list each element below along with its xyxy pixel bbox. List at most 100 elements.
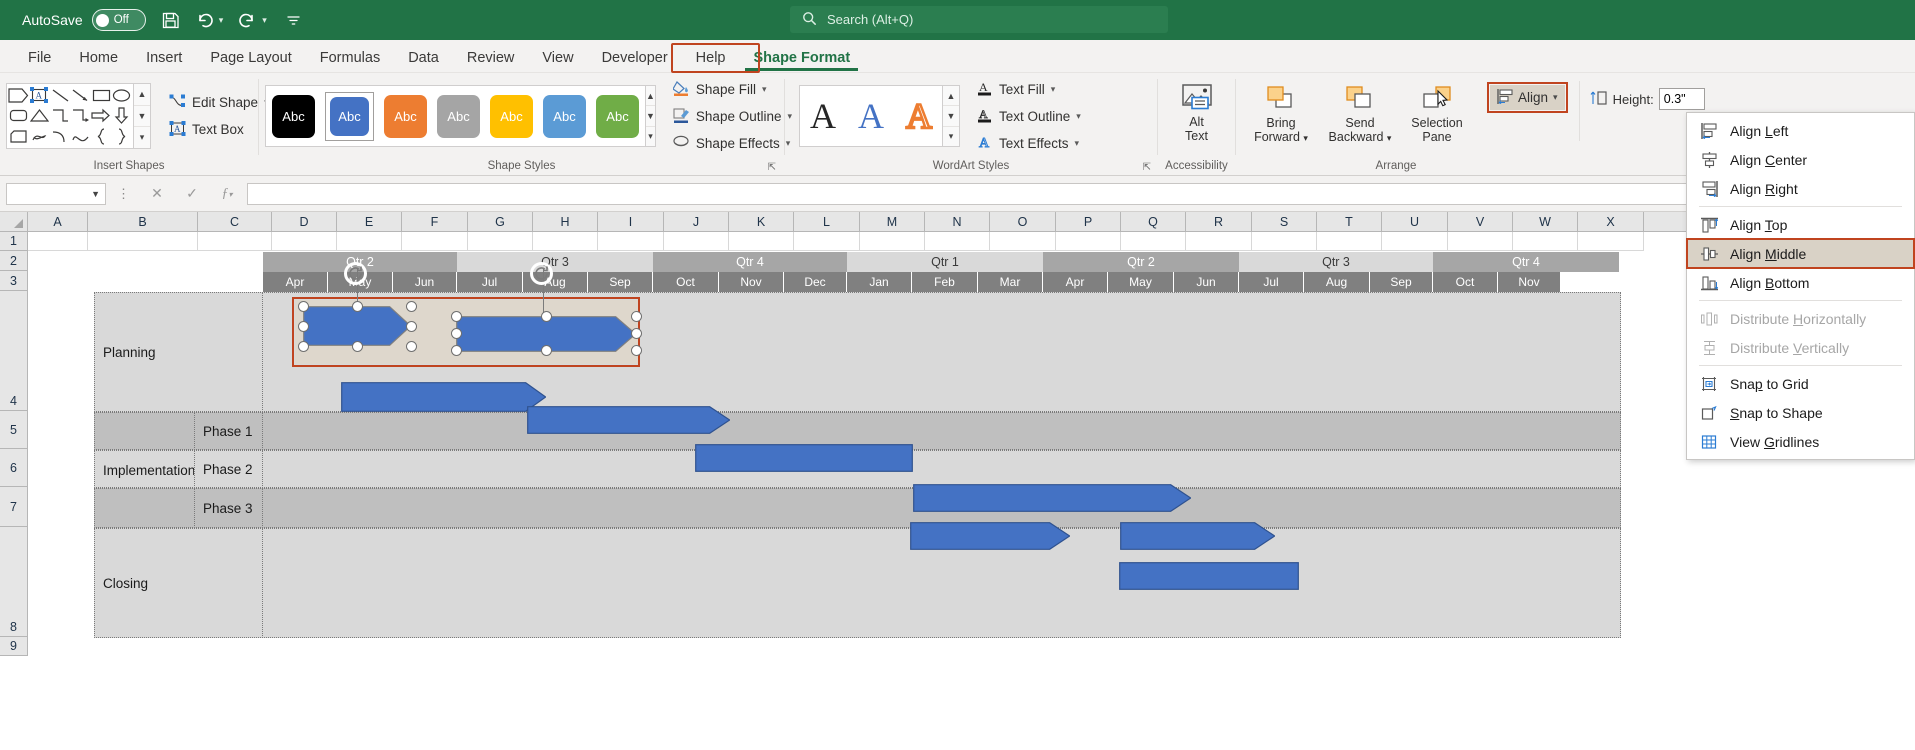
band-phase-3[interactable] [94,488,1621,528]
redo-dropdown-caret-icon[interactable]: ▾ [262,15,267,26]
phase-label-2[interactable]: Phase 2 [194,450,263,488]
shape-styles-dialog-launcher-icon[interactable]: ⇱ [768,161,776,175]
spreadsheet-grid[interactable]: A B C D E F G H I J K L M N O P Q R S T … [0,212,1915,714]
resize-handle-tc-2[interactable] [541,311,552,322]
shape-elbow-connector-icon[interactable] [50,106,71,127]
tab-data[interactable]: Data [394,44,453,72]
autosave-control[interactable]: AutoSave Off [22,9,146,31]
tab-help[interactable]: Help [682,44,740,72]
bring-forward-button[interactable]: Bring Forward ▾ [1242,77,1320,157]
text-effects-caret-icon[interactable]: ▾ [1075,138,1080,149]
align-button[interactable]: Align ▾ [1490,85,1565,110]
shape-down-arrow-icon[interactable] [112,106,133,127]
shape-triangle-icon[interactable] [29,106,50,127]
shape-rectangle-icon[interactable] [91,85,112,106]
align-dropdown-menu[interactable]: Align Left Align Center Align Right Alig… [1686,112,1915,460]
undo-icon[interactable] [195,0,214,40]
menu-item-snap-to-grid[interactable]: Snap to Grid [1687,369,1914,398]
menu-item-align-bottom[interactable]: Align Bottom [1687,268,1914,297]
shape-style-swatch-6[interactable]: Abc [596,95,639,138]
shape-styles-gallery[interactable]: Abc Abc Abc Abc Abc Abc Abc [265,85,646,147]
undo-dropdown-caret-icon[interactable]: ▾ [219,15,224,26]
menu-item-align-top[interactable]: Align Top [1687,210,1914,239]
menu-item-snap-to-shape[interactable]: Snap to Shape [1687,398,1914,427]
tab-view[interactable]: View [528,44,587,72]
resize-handle-mr-1[interactable] [406,321,417,332]
shape-line-icon[interactable] [50,85,71,106]
gantt-bar-closing-2[interactable] [1120,522,1275,550]
menu-item-distribute-vertically[interactable]: Distribute Vertically [1687,333,1914,362]
shape-right-brace-icon[interactable] [112,126,133,147]
tab-home[interactable]: Home [65,44,132,72]
shape-styles-more-icon[interactable]: ▾ [646,127,655,146]
shape-style-swatch-3[interactable]: Abc [437,95,480,138]
shape-style-swatch-1-selected[interactable]: Abc [325,92,374,141]
scroll-down-icon[interactable]: ▼ [134,106,150,128]
wordart-scrollbar[interactable]: ▲ ▼ ▾ [943,85,960,147]
gantt-bar-phase-1[interactable] [527,406,730,434]
tab-file[interactable]: File [14,44,65,72]
shape-fill-caret-icon[interactable]: ▾ [762,84,767,95]
name-box-caret-icon[interactable]: ▼ [91,189,100,199]
tab-review[interactable]: Review [453,44,529,72]
shape-arrow-line-icon[interactable] [71,85,92,106]
wordart-dialog-launcher-icon[interactable]: ⇱ [1143,161,1151,175]
save-icon[interactable] [161,0,180,40]
wordart-gallery[interactable]: A A A [799,85,943,147]
text-outline-caret-icon[interactable]: ▾ [1076,111,1081,122]
insert-function-icon[interactable]: ƒ▾ [212,186,242,202]
task-group-label-closing[interactable]: Closing [94,528,263,638]
autosave-toggle[interactable]: Off [92,9,146,31]
shape-curve-icon[interactable] [50,126,71,147]
bring-forward-caret-icon[interactable]: ▾ [1303,133,1308,143]
menu-item-align-right[interactable]: Align Right [1687,174,1914,203]
send-backward-button[interactable]: Send Backward ▾ [1320,77,1400,157]
menu-item-view-gridlines[interactable]: View Gridlines [1687,427,1914,456]
tab-developer[interactable]: Developer [588,44,682,72]
edit-shape-button[interactable]: Edit Shape ▾ [165,90,273,115]
shape-height-field[interactable]: Height: 0.3" [1590,87,1705,111]
phase-label-3[interactable]: Phase 3 [194,488,263,528]
customize-quick-access-icon[interactable] [286,0,301,40]
resize-handle-bl-2[interactable] [451,345,462,356]
shape-scribble-icon[interactable] [29,126,50,147]
resize-handle-tl-1[interactable] [298,301,309,312]
formula-input[interactable] [247,183,1909,205]
alt-text-button[interactable]: Alt Text [1165,76,1229,156]
shape-oval-icon[interactable] [112,85,133,106]
shapes-gallery[interactable]: A [6,83,151,149]
phase-label-1[interactable]: Phase 1 [194,412,263,450]
menu-item-align-left[interactable]: Align Left [1687,116,1914,145]
gantt-bar-phase-3[interactable] [913,484,1191,512]
more-shapes-icon[interactable]: ▾ [134,127,150,148]
text-fill-button[interactable]: A Text Fill ▾ [973,77,1085,102]
shape-style-swatch-2[interactable]: Abc [384,95,427,138]
shape-right-arrow-icon[interactable] [91,106,112,127]
resize-handle-bl-1[interactable] [298,341,309,352]
menu-item-align-center[interactable]: Align Center [1687,145,1914,174]
shape-style-swatch-4[interactable]: Abc [490,95,533,138]
shape-outline-button[interactable]: Shape Outline ▾ [669,104,796,129]
shape-elbow-arrow-icon[interactable] [71,106,92,127]
wordart-scroll-down-icon[interactable]: ▼ [943,106,959,126]
shape-left-brace-icon[interactable] [91,126,112,147]
resize-handle-tr-1[interactable] [406,301,417,312]
resize-handle-bc-1[interactable] [352,341,363,352]
name-box[interactable]: ▼ [6,183,106,205]
redo-icon[interactable] [238,0,257,40]
tab-shape-format[interactable]: Shape Format [739,44,864,72]
rotate-handle-2[interactable] [530,262,553,285]
resize-handle-tl-2[interactable] [451,311,462,322]
resize-handle-tc-1[interactable] [352,301,363,312]
text-effects-button[interactable]: A Text Effects ▾ [973,131,1085,156]
scroll-up-icon[interactable]: ▲ [134,84,150,106]
tab-page-layout[interactable]: Page Layout [196,44,305,72]
shape-fill-button[interactable]: Shape Fill ▾ [669,77,796,102]
shape-effects-button[interactable]: Shape Effects ▾ [669,131,796,156]
shape-styles-scroll-down-icon[interactable]: ▼ [646,106,655,126]
wordart-scroll-up-icon[interactable]: ▲ [943,86,959,106]
shape-style-swatch-5[interactable]: Abc [543,95,586,138]
shape-text-box-icon[interactable]: A [29,85,50,106]
shapes-grid[interactable]: A [6,83,134,149]
formula-bar-grip[interactable]: ⋮ [111,186,137,202]
